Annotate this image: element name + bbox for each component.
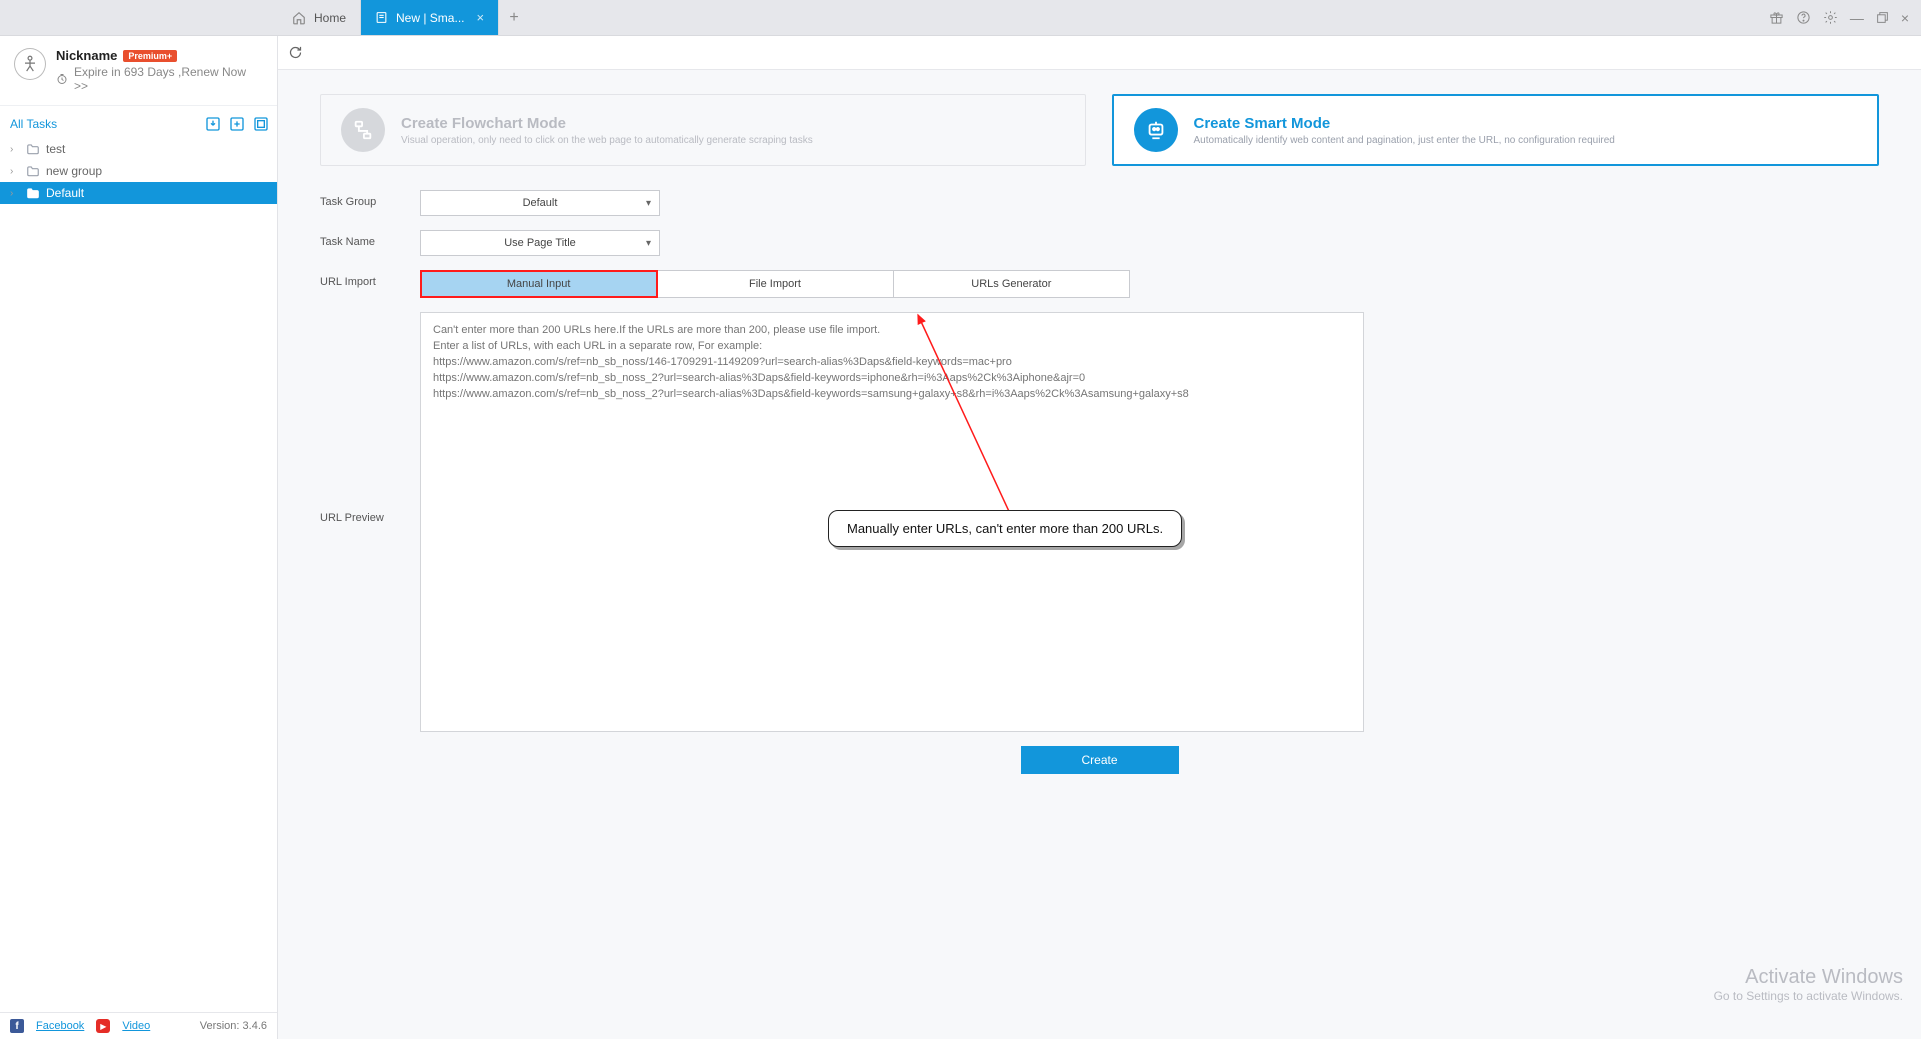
clock-icon <box>56 73 68 85</box>
file-icon <box>375 11 388 24</box>
task-group-select[interactable]: Default <box>420 190 660 216</box>
premium-badge: Premium+ <box>123 50 177 62</box>
tab-home-label: Home <box>314 11 346 25</box>
titlebar: Home New | Sma... × + — <box>0 0 1921 36</box>
window-controls: — × <box>1757 0 1921 35</box>
mode-smart-card[interactable]: Create Smart Mode Automatically identify… <box>1112 94 1880 166</box>
mode-flowchart-subtitle: Visual operation, only need to click on … <box>401 135 813 146</box>
chevron-right-icon: › <box>10 166 20 177</box>
home-icon <box>292 11 306 25</box>
smart-icon <box>1134 108 1178 152</box>
all-tasks-link[interactable]: All Tasks <box>10 117 57 131</box>
tab-new-smart[interactable]: New | Sma... × <box>361 0 499 35</box>
video-link[interactable]: Video <box>122 1020 150 1032</box>
tab-new-smart-label: New | Sma... <box>396 11 464 25</box>
new-tab-button[interactable]: + <box>499 0 529 35</box>
import-tab-file[interactable]: File Import <box>657 271 893 297</box>
url-input-textarea[interactable] <box>420 312 1364 732</box>
folder-icon <box>26 187 40 199</box>
sidebar: Nickname Premium+ Expire in 693 Days ,Re… <box>0 36 278 1039</box>
version-label: Version: 3.4.6 <box>200 1020 267 1032</box>
url-import-tabs: Manual Input File Import URLs Generator <box>420 270 1130 298</box>
expire-text[interactable]: Expire in 693 Days ,Renew Now >> <box>74 65 263 93</box>
facebook-icon: f <box>10 1019 24 1033</box>
reload-icon[interactable] <box>288 45 303 60</box>
url-import-label: URL Import <box>320 270 420 288</box>
create-button[interactable]: Create <box>1021 746 1179 774</box>
tree-item-newgroup[interactable]: › new group <box>0 160 277 182</box>
new-task-icon[interactable] <box>229 116 245 132</box>
url-preview-label: URL Preview <box>320 312 420 524</box>
tree-item-default[interactable]: › Default <box>0 182 277 204</box>
facebook-link[interactable]: Facebook <box>36 1020 84 1032</box>
task-name-label: Task Name <box>320 230 420 248</box>
task-group-value: Default <box>523 197 558 209</box>
chevron-right-icon: › <box>10 188 20 199</box>
tree-item-label: test <box>46 142 65 156</box>
mode-flowchart-title: Create Flowchart Mode <box>401 115 813 132</box>
manage-tasks-icon[interactable] <box>253 116 269 132</box>
main-panel: Create Flowchart Mode Visual operation, … <box>278 36 1921 1039</box>
avatar-icon <box>14 48 46 80</box>
mode-flowchart-card[interactable]: Create Flowchart Mode Visual operation, … <box>320 94 1086 166</box>
close-icon[interactable]: × <box>1901 10 1909 26</box>
folder-icon <box>26 143 40 155</box>
app-tabstrip: Home New | Sma... × + <box>278 0 529 35</box>
task-group-label: Task Group <box>320 190 420 208</box>
tree-item-label: new group <box>46 164 102 178</box>
youtube-icon: ▶ <box>96 1019 110 1033</box>
folder-icon <box>26 165 40 177</box>
tree-item-label: Default <box>46 186 84 200</box>
tab-home[interactable]: Home <box>278 0 361 35</box>
tree-item-test[interactable]: › test <box>0 138 277 160</box>
minimize-icon[interactable]: — <box>1850 10 1864 26</box>
import-task-icon[interactable] <box>205 116 221 132</box>
flowchart-icon <box>341 108 385 152</box>
import-tab-manual[interactable]: Manual Input <box>421 271 657 297</box>
task-name-value: Use Page Title <box>504 237 576 249</box>
settings-icon[interactable] <box>1823 10 1838 25</box>
help-icon[interactable] <box>1796 10 1811 25</box>
import-tab-generator[interactable]: URLs Generator <box>894 271 1129 297</box>
task-tree: › test › new group › <box>0 138 277 204</box>
task-name-select[interactable]: Use Page Title <box>420 230 660 256</box>
mode-smart-title: Create Smart Mode <box>1194 115 1615 132</box>
gift-icon[interactable] <box>1769 10 1784 25</box>
maximize-icon[interactable] <box>1876 11 1889 24</box>
address-bar <box>278 36 1921 70</box>
tab-close-icon[interactable]: × <box>476 10 484 25</box>
chevron-right-icon: › <box>10 144 20 155</box>
mode-smart-subtitle: Automatically identify web content and p… <box>1194 135 1615 146</box>
user-nickname: Nickname <box>56 48 117 63</box>
main-content: Create Flowchart Mode Visual operation, … <box>278 70 1921 1039</box>
